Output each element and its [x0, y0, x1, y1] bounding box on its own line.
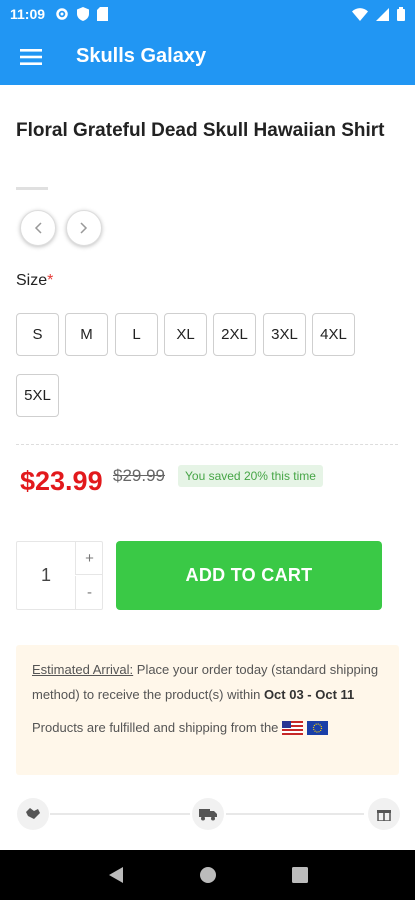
- required-marker: *: [47, 272, 54, 289]
- menu-button[interactable]: [0, 28, 62, 85]
- delivery-date-range: Oct 03 - Oct 11: [263, 687, 355, 702]
- fulfillment-text: Products are fulfilled and shipping from…: [32, 715, 383, 740]
- price-divider: [16, 444, 398, 445]
- size-option-l[interactable]: L: [115, 313, 158, 356]
- chevron-right-icon: [80, 222, 88, 234]
- add-to-cart-button[interactable]: ADD TO CART: [116, 541, 382, 610]
- previous-image-button[interactable]: [20, 210, 56, 246]
- settings-icon: [56, 8, 68, 20]
- recents-icon[interactable]: [291, 867, 308, 883]
- progress-line: [226, 813, 364, 815]
- sim-card-icon: [97, 7, 109, 21]
- status-icons-right: [352, 7, 405, 21]
- shipping-step-icon: [192, 798, 224, 830]
- chevron-left-icon: [34, 222, 42, 234]
- size-label-text: Size: [16, 272, 48, 289]
- size-option-s[interactable]: S: [16, 313, 59, 356]
- estimated-arrival-text: Estimated Arrival: Place your order toda…: [32, 657, 383, 707]
- size-option-5xl[interactable]: 5XL: [16, 374, 59, 417]
- title-divider: [16, 187, 48, 190]
- size-option-xl[interactable]: XL: [164, 313, 207, 356]
- us-flag-icon: [282, 720, 304, 735]
- status-time: 11:09: [10, 6, 46, 22]
- order-step-icon: [17, 798, 49, 830]
- app-title: Skulls Galaxy: [76, 45, 207, 67]
- shield-icon: [77, 7, 90, 21]
- product-title: Floral Grateful Dead Skull Hawaiian Shir…: [16, 120, 385, 141]
- back-icon[interactable]: [108, 866, 124, 884]
- next-image-button[interactable]: [66, 210, 102, 246]
- fulfillment-label: Products are fulfilled and shipping from…: [32, 720, 279, 735]
- eu-flag-icon: [307, 720, 329, 735]
- size-label: Size*: [16, 272, 53, 290]
- delivery-step-icon: [368, 798, 400, 830]
- quantity-input[interactable]: 1: [17, 542, 75, 609]
- progress-line: [50, 813, 190, 815]
- wifi-icon: [352, 7, 368, 21]
- size-option-3xl[interactable]: 3XL: [263, 313, 306, 356]
- estimated-arrival-label: Estimated Arrival:: [32, 662, 134, 677]
- hamburger-menu-icon: [20, 48, 42, 65]
- truck-icon: [199, 809, 217, 821]
- status-bar: 11:09: [0, 0, 415, 28]
- shipping-info-box: Estimated Arrival: Place your order toda…: [16, 645, 399, 775]
- size-option-2xl[interactable]: 2XL: [213, 313, 256, 356]
- home-icon[interactable]: [199, 866, 217, 884]
- original-price: $29.99: [113, 466, 165, 485]
- gift-icon: [377, 810, 391, 821]
- savings-badge: You saved 20% this time: [178, 465, 323, 487]
- quantity-decrease-button[interactable]: -: [75, 576, 103, 609]
- status-icons-left: [55, 7, 109, 21]
- size-option-m[interactable]: M: [65, 313, 108, 356]
- battery-icon: [397, 7, 405, 21]
- size-option-4xl[interactable]: 4XL: [312, 313, 355, 356]
- quantity-stepper: 1 + -: [16, 541, 103, 610]
- quantity-increase-button[interactable]: +: [75, 542, 103, 575]
- handshake-icon: [26, 808, 40, 819]
- system-navigation-bar: [0, 850, 415, 900]
- app-bar: Skulls Galaxy: [0, 28, 415, 85]
- signal-icon: [376, 7, 389, 21]
- current-price: $23.99: [20, 466, 103, 496]
